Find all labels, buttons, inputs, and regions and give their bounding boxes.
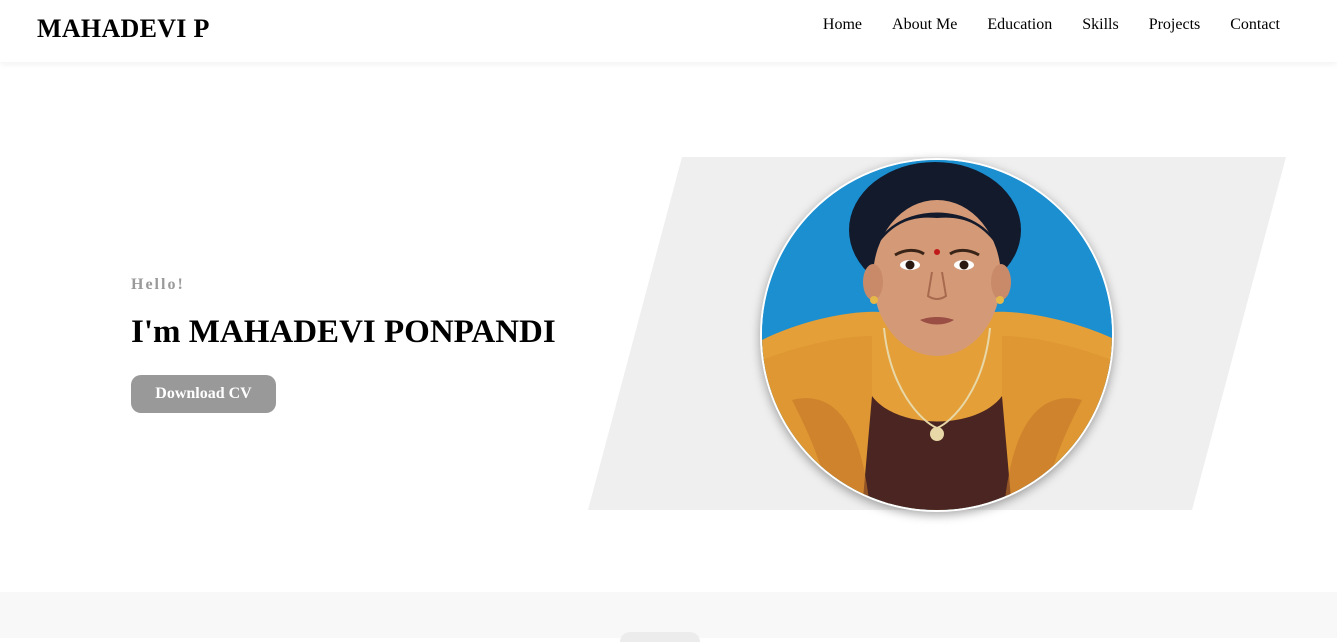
- download-cv-button[interactable]: Download CV: [131, 375, 276, 413]
- nav-link-projects[interactable]: Projects: [1149, 16, 1201, 34]
- hero-section: Hello! I'm MAHADEVI PONPANDI Download CV: [0, 62, 1337, 592]
- navbar: MAHADEVI P Home About Me Education Skill…: [0, 0, 1337, 62]
- profile-photo: [760, 158, 1114, 512]
- nav-links: Home About Me Education Skills Projects …: [823, 16, 1280, 34]
- brand-logo[interactable]: MAHADEVI P: [37, 14, 210, 44]
- next-section: [0, 592, 1337, 642]
- nav-link-contact[interactable]: Contact: [1230, 16, 1280, 34]
- nav-link-home[interactable]: Home: [823, 16, 862, 34]
- section-divider: [620, 632, 700, 642]
- nav-link-skills[interactable]: Skills: [1082, 16, 1118, 34]
- hero-headline: I'm MAHADEVI PONPANDI: [131, 314, 556, 350]
- greeting-text: Hello!: [131, 276, 185, 293]
- nav-link-education[interactable]: Education: [987, 16, 1052, 34]
- profile-photo-icon: [762, 160, 1112, 510]
- nav-link-about-me[interactable]: About Me: [892, 16, 957, 34]
